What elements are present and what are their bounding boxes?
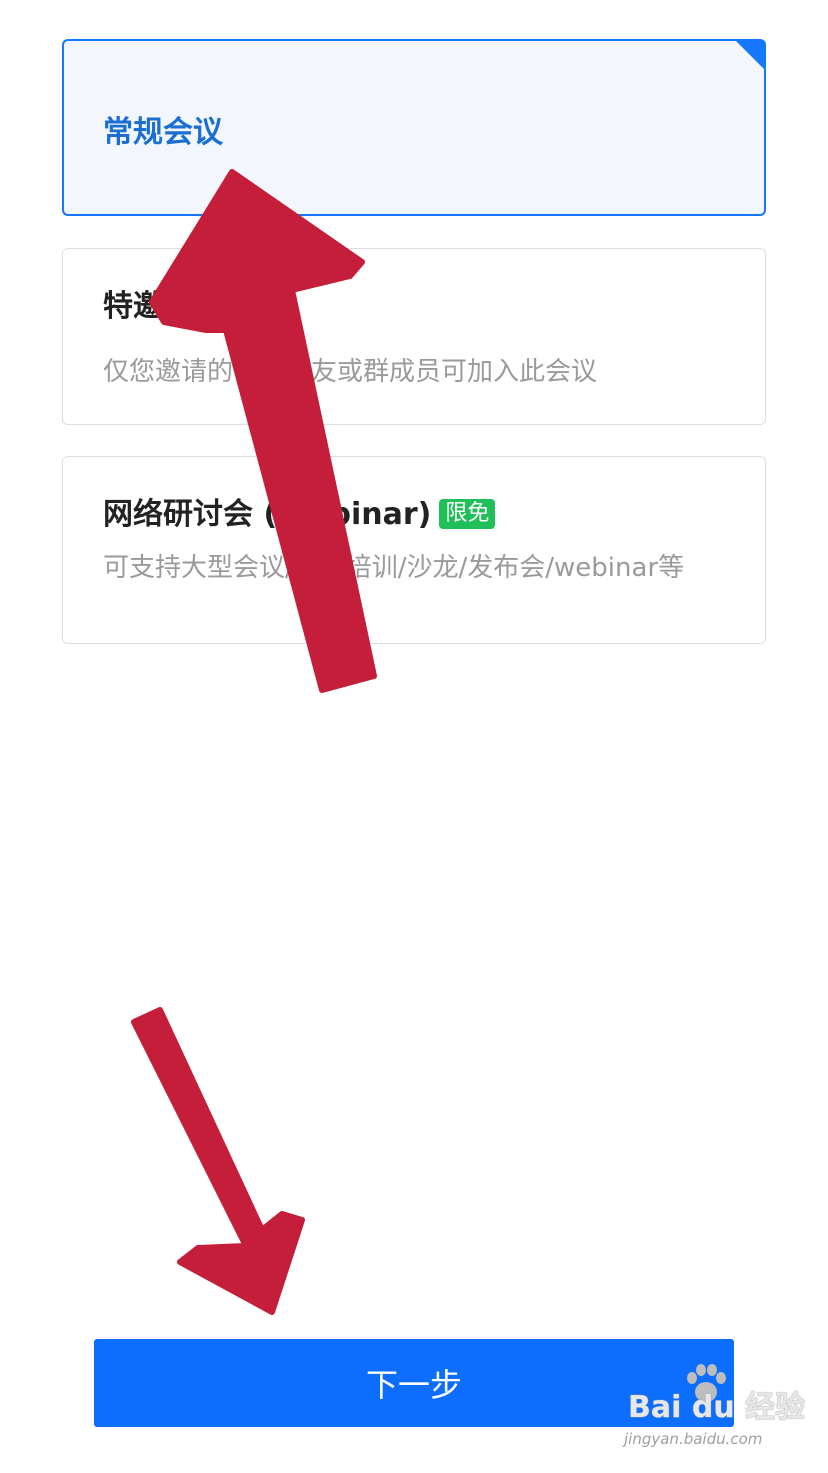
meeting-type-page: 常规会议 特邀会议 仅您邀请的微信好友或群成员可加入此会议 网络研讨会 (Web… xyxy=(0,0,828,1473)
free-badge: 限免 xyxy=(439,499,496,529)
option-title-text: 网络研讨会 (Webinar) xyxy=(103,497,432,532)
watermark-url: jingyan.baidu.com xyxy=(624,1430,763,1448)
option-description: 仅您邀请的微信好友或群成员可加入此会议 xyxy=(103,357,598,387)
option-title: 特邀会议 xyxy=(103,289,223,324)
option-invited-meeting[interactable]: 特邀会议 仅您邀请的微信好友或群成员可加入此会议 xyxy=(62,248,766,425)
option-webinar[interactable]: 网络研讨会 (Webinar) 限免 可支持大型会议/企业培训/沙龙/发布会/we… xyxy=(62,456,766,644)
watermark-brand: Bai du 经验 xyxy=(628,1390,806,1425)
annotation-overlay xyxy=(131,169,377,1315)
baidu-jingyan-watermark: Bai du 经验 jingyan.baidu.com xyxy=(624,1364,805,1456)
selected-corner-flag-icon xyxy=(734,39,766,71)
option-title: 常规会议 xyxy=(103,115,223,150)
option-regular-meeting[interactable]: 常规会议 xyxy=(62,39,766,216)
arrow-down-annotation-icon xyxy=(131,1007,305,1315)
option-description: 可支持大型会议/企业培训/沙龙/发布会/webinar等 xyxy=(103,553,685,583)
option-title: 网络研讨会 (Webinar) 限免 xyxy=(103,489,496,533)
